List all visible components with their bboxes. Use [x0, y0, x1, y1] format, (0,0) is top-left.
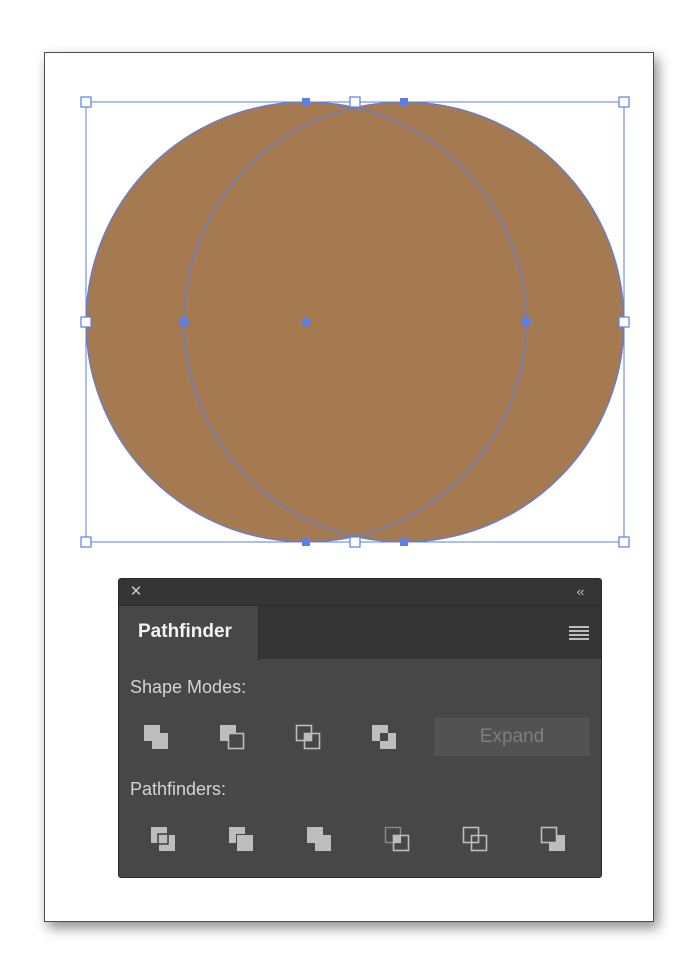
close-icon[interactable]: ✕ — [127, 583, 145, 601]
merge-icon — [307, 827, 331, 851]
expand-button[interactable]: Expand — [434, 718, 590, 756]
minus-front-button[interactable] — [215, 720, 249, 754]
handle-bottom-center[interactable] — [349, 536, 361, 548]
minus-back-button[interactable] — [536, 822, 570, 856]
panel-titlebar[interactable]: ✕ ‹‹ — [119, 579, 601, 605]
handle-middle-right[interactable] — [618, 316, 630, 328]
handle-top-center[interactable] — [349, 96, 361, 108]
handle-middle-left[interactable] — [80, 316, 92, 328]
unite-button[interactable] — [139, 720, 173, 754]
trim-button[interactable] — [224, 822, 258, 856]
intersect-icon — [295, 724, 321, 750]
pathfinder-panel: ✕ ‹‹ Pathfinder Shape Modes: Expand Path… — [118, 578, 602, 878]
unite-icon — [144, 725, 168, 749]
anchor-point[interactable] — [400, 98, 408, 106]
trim-icon — [229, 827, 253, 851]
right-circle[interactable] — [184, 102, 624, 542]
tab-pathfinder[interactable]: Pathfinder — [119, 606, 259, 660]
exclude-button[interactable] — [367, 720, 401, 754]
shape-modes-label: Shape Modes: — [130, 677, 247, 697]
crop-icon — [384, 826, 410, 852]
exclude-icon — [372, 725, 396, 749]
overlapping-circles-group[interactable] — [86, 102, 624, 542]
intersect-button[interactable] — [291, 720, 325, 754]
merge-button[interactable] — [302, 822, 336, 856]
divide-button[interactable] — [146, 822, 180, 856]
divide-icon — [151, 827, 175, 851]
anchor-point[interactable] — [400, 538, 408, 546]
crop-button[interactable] — [380, 822, 414, 856]
anchor-point[interactable] — [302, 538, 310, 546]
handle-bottom-right[interactable] — [618, 536, 630, 548]
minus-front-icon — [220, 725, 245, 750]
outline-button[interactable] — [458, 822, 492, 856]
anchor-point[interactable] — [302, 98, 310, 106]
minus-back-icon — [540, 826, 565, 851]
handle-top-right[interactable] — [618, 96, 630, 108]
panel-tab-bar: Pathfinder — [119, 605, 601, 660]
collapse-panel-icon[interactable]: ‹‹ — [569, 583, 591, 601]
outline-icon — [462, 826, 488, 852]
handle-bottom-left[interactable] — [80, 536, 92, 548]
panel-menu-icon[interactable] — [569, 626, 589, 640]
anchor-point[interactable] — [179, 317, 189, 327]
anchor-point[interactable] — [521, 317, 531, 327]
handle-top-left[interactable] — [80, 96, 92, 108]
pathfinders-label: Pathfinders: — [130, 779, 227, 799]
tab-pathfinder-label: Pathfinder — [138, 621, 232, 642]
